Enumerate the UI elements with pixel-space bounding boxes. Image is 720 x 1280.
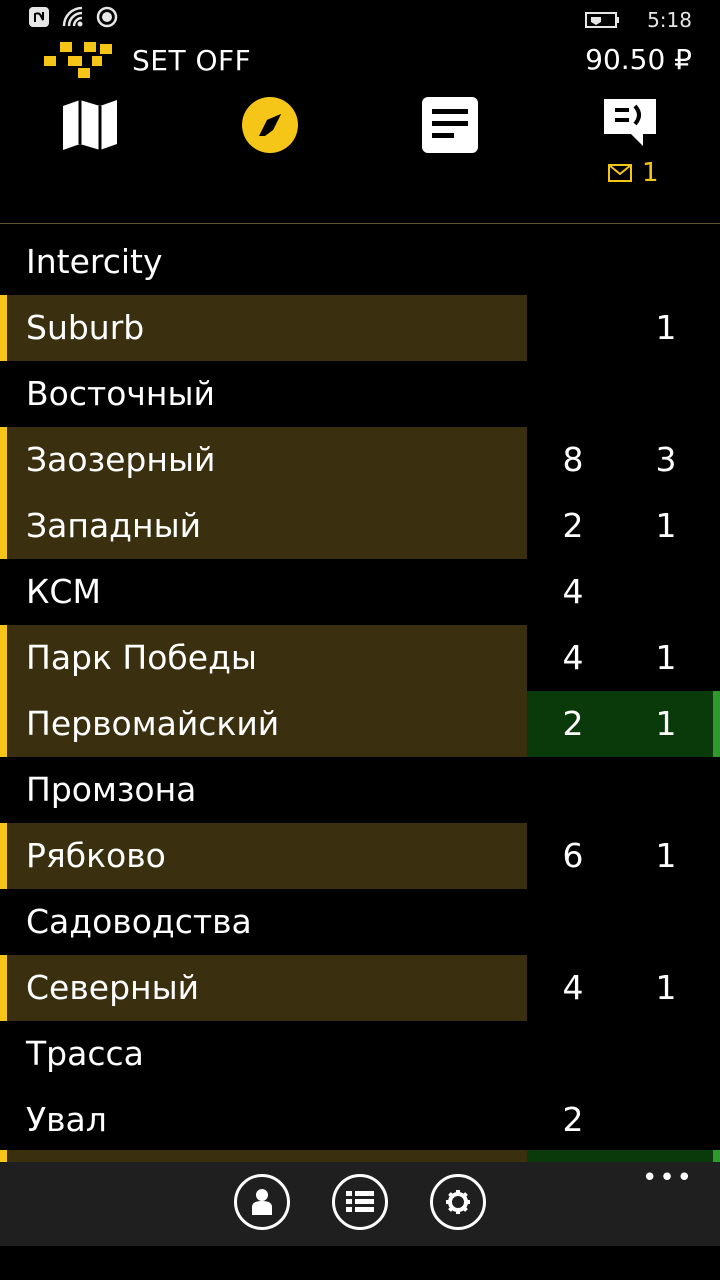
zone-count-1: 8	[562, 440, 584, 479]
more-button[interactable]: •••	[642, 1165, 694, 1191]
list-button[interactable]	[332, 1174, 388, 1230]
compass-icon	[242, 97, 298, 153]
settings-icon	[446, 1190, 470, 1214]
zone-row[interactable]: Заозерный 8 3	[0, 427, 720, 493]
zone-row[interactable]: Промзона	[0, 757, 720, 823]
list-icon	[346, 1191, 374, 1212]
zone-name: КСМ	[26, 572, 101, 611]
zone-row[interactable]: Северный 4 1	[0, 955, 720, 1021]
zone-name: Северный	[26, 968, 200, 1007]
zone-count-2	[636, 229, 696, 295]
zone-count-1	[543, 229, 603, 295]
zone-row[interactable]: КСМ 4	[0, 559, 720, 625]
zone-row[interactable]: Первомайский 2 1	[0, 691, 720, 757]
profile-button[interactable]	[234, 1174, 290, 1230]
zone-count-2	[636, 361, 696, 427]
message-badge[interactable]: 1	[608, 158, 659, 188]
zone-name: Трасса	[26, 1034, 144, 1073]
orders-icon	[422, 97, 478, 153]
zone-name: Первомайский	[26, 704, 280, 743]
wifi-icon	[62, 6, 83, 27]
balance: 90.50 ₽	[585, 43, 692, 76]
zone-name: Suburb	[26, 308, 145, 347]
zone-row[interactable]: Увал 2	[0, 1087, 720, 1153]
status-bar: 5:18	[0, 0, 720, 40]
header-divider	[0, 223, 720, 224]
settings-button[interactable]	[430, 1174, 486, 1230]
zone-row[interactable]: Восточный	[0, 361, 720, 427]
zone-name: Промзона	[26, 770, 197, 809]
zone-name: Intercity	[26, 242, 163, 281]
zone-name: Восточный	[26, 374, 215, 413]
zone-count-1	[543, 757, 603, 823]
zone-count-1	[543, 361, 603, 427]
zone-count-2	[636, 889, 696, 955]
zone-name: Западный	[26, 506, 202, 545]
zone-list: Intercity Suburb 1 Восточный Заозерный 8 3 Запа…	[0, 229, 720, 1153]
taxi-checker-logo	[44, 42, 112, 78]
brand: SET OFF	[44, 40, 251, 80]
zone-count-1	[543, 889, 603, 955]
zone-count-1: 2	[562, 1100, 584, 1139]
zone-name: Парк Победы	[26, 638, 257, 677]
envelope-icon	[608, 164, 632, 182]
chat-icon	[604, 99, 656, 146]
zone-count-1: 2	[562, 506, 584, 545]
zone-count-2: 1	[655, 638, 677, 677]
status-time: 5:18	[647, 8, 692, 32]
zone-count-2: 1	[655, 836, 677, 875]
zone-row[interactable]: Западный 2 1	[0, 493, 720, 559]
location-icon	[96, 6, 118, 28]
zone-count-2: 1	[655, 506, 677, 545]
app-bar: •••	[0, 1162, 720, 1246]
map-icon	[63, 100, 117, 150]
zone-name: Садоводства	[26, 902, 252, 941]
zone-count-2: 1	[655, 308, 677, 347]
zone-count-1	[543, 295, 603, 361]
zone-row[interactable]: Intercity	[0, 229, 720, 295]
zone-row[interactable]: Suburb 1	[0, 295, 720, 361]
nfc-icon	[29, 7, 49, 27]
zone-count-2	[636, 757, 696, 823]
zone-row[interactable]: Рябково 6 1	[0, 823, 720, 889]
zone-count-1: 4	[562, 572, 584, 611]
orders-button[interactable]	[405, 90, 495, 160]
zone-count-2	[636, 1087, 696, 1153]
zone-count-1	[543, 1021, 603, 1087]
zone-count-2	[636, 559, 696, 625]
compass-button[interactable]	[225, 90, 315, 160]
zone-row[interactable]: Садоводства	[0, 889, 720, 955]
zone-count-2: 3	[655, 440, 677, 479]
map-button[interactable]	[45, 90, 135, 160]
status-left-icons	[28, 6, 118, 28]
zone-row[interactable]: Трасса	[0, 1021, 720, 1087]
battery-charging-icon	[585, 12, 620, 28]
row-selection-bar	[713, 691, 720, 757]
app-title: SET OFF	[132, 43, 252, 77]
zone-count-2	[636, 1021, 696, 1087]
zone-name: Рябково	[26, 836, 166, 875]
zone-count-1: 6	[562, 836, 584, 875]
message-count: 1	[642, 158, 659, 188]
zone-count-2: 1	[655, 968, 677, 1007]
zone-count-1: 4	[562, 638, 584, 677]
zone-count-1: 2	[562, 704, 584, 743]
zone-count-1: 4	[562, 968, 584, 1007]
chat-button[interactable]	[585, 90, 675, 160]
list-peek-row	[0, 1150, 720, 1162]
zone-row[interactable]: Парк Победы 4 1	[0, 625, 720, 691]
zone-count-2: 1	[655, 704, 677, 743]
status-right: 5:18	[585, 8, 692, 32]
profile-icon	[252, 1189, 272, 1215]
zone-name: Увал	[26, 1100, 107, 1139]
zone-name: Заозерный	[26, 440, 216, 479]
